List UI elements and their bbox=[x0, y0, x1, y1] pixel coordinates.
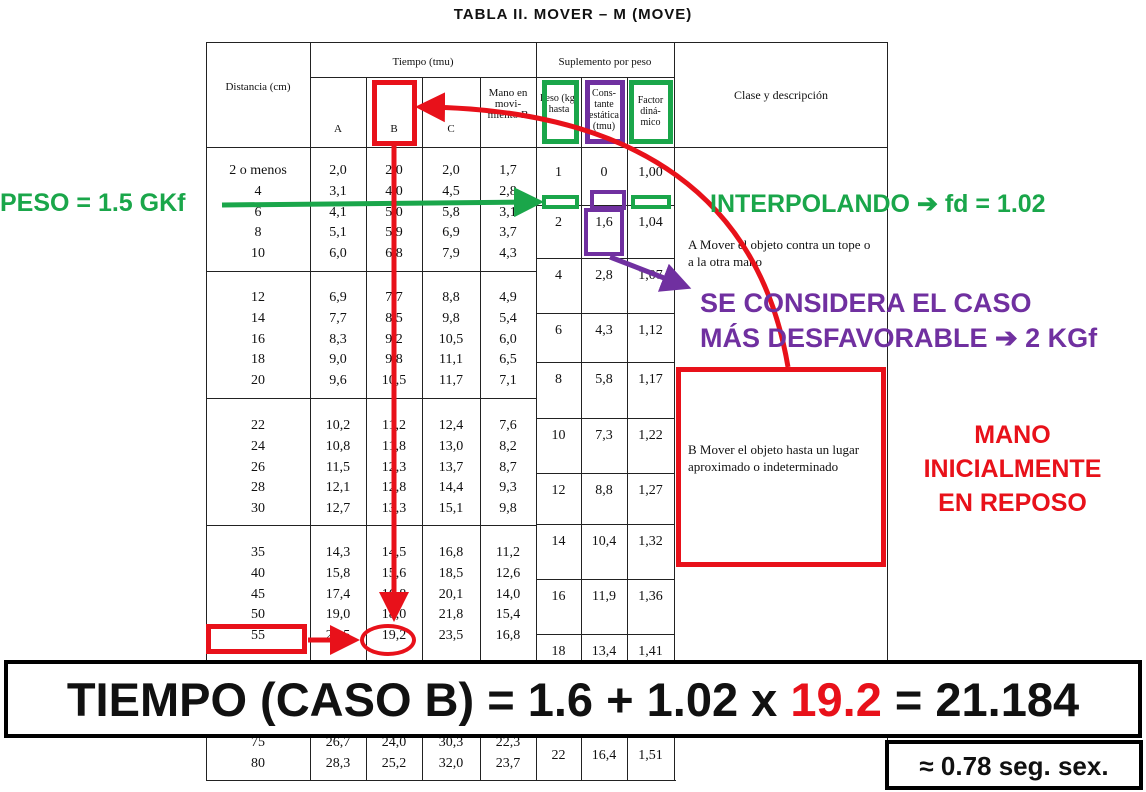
caso-annotation-line2: MÁS DESFAVORABLE ➔ 2 KGf bbox=[700, 323, 1098, 353]
formula-value-red: 19.2 bbox=[790, 673, 882, 726]
interpolation-annotation: INTERPOLANDO ➔ fd = 1.02 bbox=[710, 190, 1046, 218]
formula-prefix: TIEMPO (CASO B) = 1.6 + 1.02 x bbox=[66, 673, 791, 726]
formula-text: TIEMPO (CASO B) = 1.6 + 1.02 x 19.2 = 21… bbox=[8, 672, 1138, 727]
peso-annotation: PESO = 1.5 GKf bbox=[0, 189, 186, 217]
caso-annotation-line1: SE CONSIDERA EL CASO bbox=[700, 288, 1032, 318]
mano-annotation: MANO INICIALMENTE EN REPOSO bbox=[923, 421, 1102, 517]
seconds-box: ≈ 0.78 seg. sex. bbox=[885, 740, 1143, 790]
formula-box: TIEMPO (CASO B) = 1.6 + 1.02 x 19.2 = 21… bbox=[4, 660, 1142, 738]
formula-suffix: = 21.184 bbox=[881, 673, 1080, 726]
peso-arrow bbox=[221, 187, 544, 218]
const-arrow bbox=[609, 254, 692, 292]
